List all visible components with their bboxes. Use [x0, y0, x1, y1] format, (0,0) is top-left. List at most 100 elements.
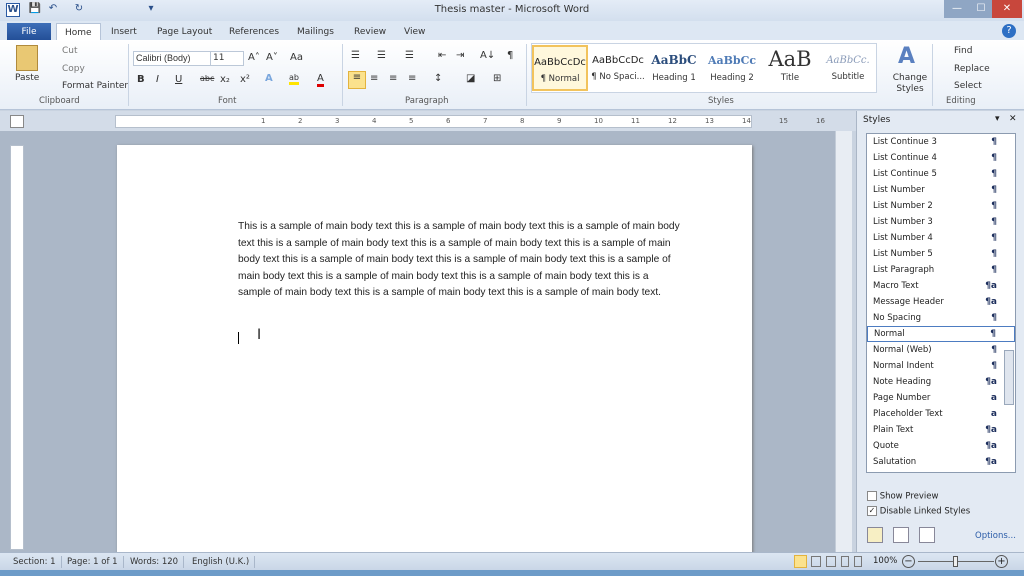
document-page[interactable]: This is a sample of main body text this …	[117, 145, 752, 555]
print-layout-view-button[interactable]	[794, 555, 807, 568]
font-name-select[interactable]: Calibri (Body)	[133, 51, 211, 66]
style-list-item[interactable]: List Number 5 ¶	[867, 246, 1015, 262]
checkbox[interactable]	[867, 491, 877, 501]
style-list-item[interactable]: Plain Text ¶a	[867, 422, 1015, 438]
horizontal-ruler[interactable]: 1 2 3 4 5 6 7 8 9 10 11 12 13 14 15 16	[115, 115, 825, 128]
justify-button[interactable]: ≡	[408, 73, 416, 84]
manage-styles-button[interactable]	[919, 527, 935, 543]
style-list-item[interactable]: Salutation ¶a	[867, 454, 1015, 470]
show-formatting-button[interactable]: ¶	[507, 50, 513, 61]
subscript-button[interactable]: x₂	[220, 74, 230, 85]
style-list-item[interactable]: List Continue 4 ¶	[867, 150, 1015, 166]
bullets-button[interactable]: ☰	[351, 50, 360, 61]
font-size-select[interactable]: 11	[210, 51, 244, 66]
select-button[interactable]: Select	[954, 81, 982, 91]
tab-insert[interactable]: Insert	[103, 23, 145, 41]
paste-button[interactable]: Paste	[15, 73, 39, 83]
line-spacing-button[interactable]: ↕	[434, 73, 442, 84]
vertical-ruler[interactable]	[10, 145, 24, 550]
style-list-item[interactable]: List Number ¶	[867, 182, 1015, 198]
page-indicator[interactable]: Page: 1 of 1	[62, 556, 124, 568]
sort-button[interactable]: A↓	[480, 50, 495, 61]
close-pane-icon[interactable]: ✕	[1009, 114, 1017, 124]
paste-icon[interactable]	[16, 45, 38, 71]
find-button[interactable]: Find	[954, 46, 972, 56]
style-list-item[interactable]: List Number 4 ¶	[867, 230, 1015, 246]
style-no-spacing[interactable]: AaBbCcDc ¶ No Spaci...	[590, 45, 646, 91]
style-list-item[interactable]: Macro Text ¶a	[867, 278, 1015, 294]
highlight-button[interactable]: ab	[289, 73, 299, 85]
style-list-item[interactable]: Normal (Web) ¶	[867, 342, 1015, 358]
draft-view-button[interactable]	[854, 556, 862, 567]
tab-page-layout[interactable]: Page Layout	[149, 23, 220, 41]
shrink-font-button[interactable]: A˅	[266, 52, 278, 63]
bold-button[interactable]: B	[137, 74, 145, 85]
copy-button[interactable]: Copy	[62, 64, 85, 74]
zoom-slider-thumb[interactable]	[953, 556, 958, 567]
style-subtitle[interactable]: AaBbCc. Subtitle	[820, 45, 876, 91]
format-painter-button[interactable]: Format Painter	[62, 81, 128, 91]
superscript-button[interactable]: x²	[240, 74, 250, 85]
tab-references[interactable]: References	[221, 23, 287, 41]
tab-selector-button[interactable]	[10, 115, 24, 128]
style-list-item[interactable]: List Continue 5 ¶	[867, 166, 1015, 182]
web-layout-view-button[interactable]	[826, 556, 836, 567]
tab-file[interactable]: File	[7, 23, 51, 41]
underline-button[interactable]: U	[175, 74, 182, 85]
align-right-button[interactable]: ≡	[389, 73, 397, 84]
cut-button[interactable]: Cut	[62, 46, 78, 56]
style-list-item[interactable]: Placeholder Text a	[867, 406, 1015, 422]
tab-review[interactable]: Review	[346, 23, 394, 41]
style-heading-1[interactable]: AaBbC Heading 1	[646, 45, 702, 91]
style-list-item[interactable]: List Continue 3 ¶	[867, 134, 1015, 150]
zoom-level[interactable]: 100%	[873, 556, 897, 566]
change-styles-button[interactable]: Change Styles	[892, 73, 928, 95]
grow-font-button[interactable]: A˄	[248, 52, 260, 63]
zoom-out-button[interactable]: −	[902, 555, 915, 568]
italic-button[interactable]: I	[156, 74, 159, 85]
style-normal[interactable]: AaBbCcDc ¶ Normal	[532, 45, 588, 91]
style-list-item[interactable]: Normal Indent ¶	[867, 358, 1015, 374]
change-styles-icon[interactable]: A	[898, 44, 915, 69]
body-text[interactable]: This is a sample of main body text this …	[238, 219, 683, 302]
numbering-button[interactable]: ☰	[377, 50, 386, 61]
shading-button[interactable]: ◪	[466, 73, 475, 84]
align-left-button[interactable]: ≡	[348, 71, 366, 89]
show-preview-checkbox[interactable]: Show Preview	[867, 491, 938, 502]
full-screen-view-button[interactable]	[811, 556, 821, 567]
styles-list-scrollbar[interactable]	[1004, 350, 1014, 405]
increase-indent-button[interactable]: ⇥	[456, 50, 464, 61]
style-title[interactable]: AaB Title	[762, 45, 818, 91]
style-list-item[interactable]: No Spacing ¶	[867, 310, 1015, 326]
align-center-button[interactable]: ≡	[370, 73, 378, 84]
tab-view[interactable]: View	[396, 23, 433, 41]
language-indicator[interactable]: English (U.K.)	[187, 556, 256, 568]
options-link[interactable]: Options...	[975, 531, 1016, 541]
help-icon[interactable]: ?	[1002, 24, 1016, 38]
borders-button[interactable]: ⊞	[493, 73, 501, 84]
text-effects-button[interactable]: A	[265, 73, 273, 84]
decrease-indent-button[interactable]: ⇤	[438, 50, 446, 61]
multilevel-list-button[interactable]: ☰	[405, 50, 414, 61]
disable-linked-styles-checkbox[interactable]: ✓ Disable Linked Styles	[867, 506, 970, 517]
strikethrough-button[interactable]: abc	[200, 74, 214, 83]
new-style-button[interactable]	[867, 527, 883, 543]
style-list-item[interactable]: Note Heading ¶a	[867, 374, 1015, 390]
style-inspector-button[interactable]	[893, 527, 909, 543]
section-indicator[interactable]: Section: 1	[8, 556, 62, 568]
replace-button[interactable]: Replace	[954, 64, 990, 74]
vertical-scrollbar[interactable]	[835, 131, 852, 552]
close-button[interactable]: ✕	[992, 0, 1022, 18]
checkbox[interactable]: ✓	[867, 506, 877, 516]
style-list-item[interactable]: Quote ¶a	[867, 438, 1015, 454]
change-case-button[interactable]: Aa	[290, 52, 303, 63]
word-count[interactable]: Words: 120	[125, 556, 185, 568]
style-list-item[interactable]: List Paragraph ¶	[867, 262, 1015, 278]
tab-mailings[interactable]: Mailings	[289, 23, 342, 41]
style-list-item[interactable]: Page Number a	[867, 390, 1015, 406]
maximize-button[interactable]: ☐	[970, 0, 992, 18]
font-color-button[interactable]: A	[317, 73, 324, 87]
style-list-item[interactable]: Normal ¶	[867, 326, 1015, 342]
tab-home[interactable]: Home	[56, 23, 101, 41]
style-list-item[interactable]: List Number 2 ¶	[867, 198, 1015, 214]
